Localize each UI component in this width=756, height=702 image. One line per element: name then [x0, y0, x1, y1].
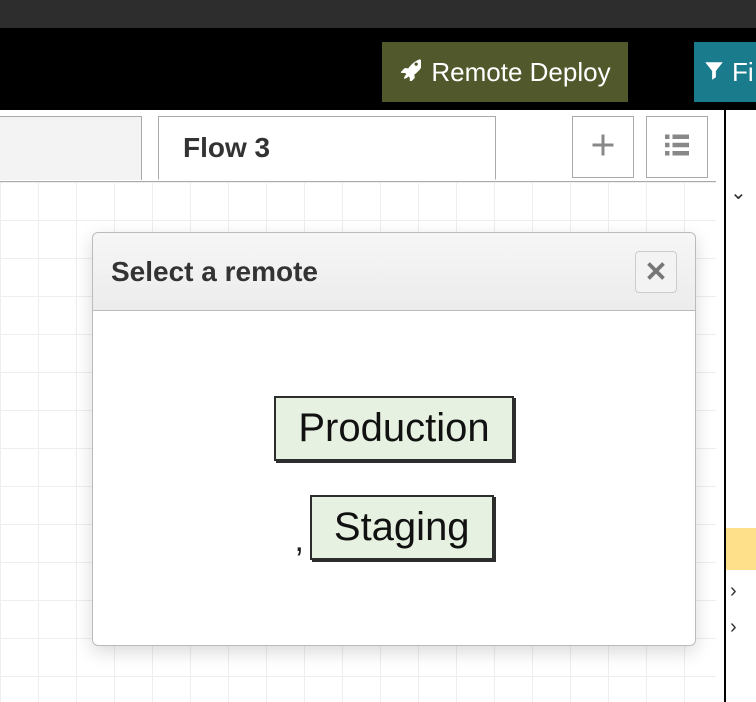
remote-deploy-button[interactable]: Remote Deploy — [382, 42, 628, 102]
remote-option-row: , Staging — [294, 495, 493, 560]
rocket-icon — [399, 57, 421, 88]
separator-text: , — [294, 521, 303, 560]
list-icon — [665, 133, 689, 162]
main-toolbar — [0, 28, 756, 110]
tab-flow-3[interactable]: Flow 3 — [158, 116, 496, 180]
chevron-right-icon[interactable]: › — [730, 580, 737, 603]
remote-option-label: Staging — [334, 505, 470, 549]
close-icon — [646, 256, 666, 288]
funnel-icon — [704, 57, 724, 88]
modal-header: Select a remote — [93, 233, 695, 311]
tab-label: Flow 3 — [183, 132, 270, 164]
add-tab-button[interactable] — [572, 116, 634, 178]
modal-close-button[interactable] — [635, 251, 677, 293]
remote-option-label: Production — [298, 406, 489, 450]
tab-bar: Flow 3 — [0, 116, 716, 182]
tab-previous-fragment[interactable] — [0, 116, 142, 180]
remote-option-production[interactable]: Production — [274, 396, 513, 461]
side-panel-highlight — [726, 528, 756, 570]
window-chrome-bar — [0, 0, 756, 28]
side-panel: ⌄ › › — [724, 110, 756, 702]
select-remote-modal: Select a remote Production , Staging — [92, 232, 696, 646]
filter-button[interactable]: Fi — [694, 42, 756, 102]
remote-option-staging[interactable]: Staging — [310, 495, 494, 560]
chevron-right-icon[interactable]: › — [730, 616, 737, 639]
filter-label-partial: Fi — [732, 57, 754, 88]
tab-list-button[interactable] — [646, 116, 708, 178]
plus-icon — [591, 133, 615, 162]
remote-deploy-label: Remote Deploy — [431, 57, 610, 88]
modal-body: Production , Staging — [93, 311, 695, 645]
modal-title: Select a remote — [111, 256, 318, 288]
chevron-down-icon[interactable]: ⌄ — [730, 180, 747, 205]
